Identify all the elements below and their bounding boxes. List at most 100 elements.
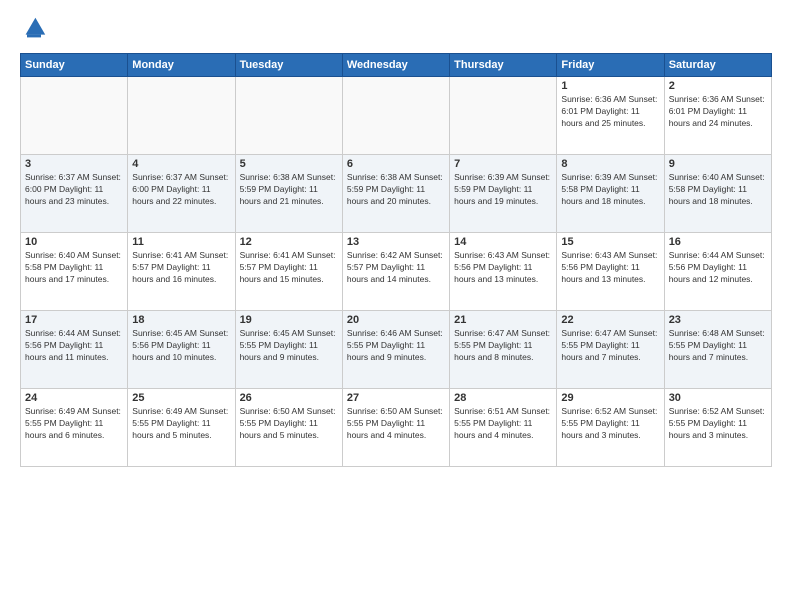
- day-number: 3: [25, 158, 123, 170]
- day-info: Sunrise: 6:37 AM Sunset: 6:00 PM Dayligh…: [132, 172, 230, 208]
- day-number: 10: [25, 236, 123, 248]
- day-number: 28: [454, 392, 552, 404]
- calendar-cell: 8 Sunrise: 6:39 AM Sunset: 5:58 PM Daylig…: [557, 155, 664, 233]
- day-info: Sunrise: 6:37 AM Sunset: 6:00 PM Dayligh…: [25, 172, 123, 208]
- day-number: 17: [25, 314, 123, 326]
- day-info: Sunrise: 6:36 AM Sunset: 6:01 PM Dayligh…: [561, 94, 659, 130]
- col-header-thursday: Thursday: [450, 54, 557, 77]
- calendar-cell: 27 Sunrise: 6:50 AM Sunset: 5:55 PM Dayli…: [342, 389, 449, 467]
- week-row-0: 1 Sunrise: 6:36 AM Sunset: 6:01 PM Daylig…: [21, 77, 772, 155]
- calendar-cell: 16 Sunrise: 6:44 AM Sunset: 5:56 PM Dayli…: [664, 233, 771, 311]
- page: SundayMondayTuesdayWednesdayThursdayFrid…: [0, 0, 792, 612]
- day-number: 18: [132, 314, 230, 326]
- day-info: Sunrise: 6:41 AM Sunset: 5:57 PM Dayligh…: [132, 250, 230, 286]
- day-info: Sunrise: 6:45 AM Sunset: 5:56 PM Dayligh…: [132, 328, 230, 364]
- col-header-friday: Friday: [557, 54, 664, 77]
- calendar-cell: 4Sunrise: 6:37 AM Sunset: 6:00 PM Daylig…: [128, 155, 235, 233]
- calendar-cell: 18 Sunrise: 6:45 AM Sunset: 5:56 PM Dayli…: [128, 311, 235, 389]
- calendar-cell: 30 Sunrise: 6:52 AM Sunset: 5:55 PM Dayli…: [664, 389, 771, 467]
- calendar-cell: 28Sunrise: 6:51 AM Sunset: 5:55 PM Dayli…: [450, 389, 557, 467]
- calendar-cell: 11 Sunrise: 6:41 AM Sunset: 5:57 PM Dayli…: [128, 233, 235, 311]
- day-info: Sunrise: 6:52 AM Sunset: 5:55 PM Dayligh…: [669, 406, 767, 442]
- calendar-cell: 26Sunrise: 6:50 AM Sunset: 5:55 PM Dayli…: [235, 389, 342, 467]
- calendar-cell: 12Sunrise: 6:41 AM Sunset: 5:57 PM Dayli…: [235, 233, 342, 311]
- day-number: 24: [25, 392, 123, 404]
- col-header-wednesday: Wednesday: [342, 54, 449, 77]
- day-info: Sunrise: 6:50 AM Sunset: 5:55 PM Dayligh…: [240, 406, 338, 442]
- calendar-cell: 5 Sunrise: 6:38 AM Sunset: 5:59 PM Daylig…: [235, 155, 342, 233]
- col-header-monday: Monday: [128, 54, 235, 77]
- day-info: Sunrise: 6:45 AM Sunset: 5:55 PM Dayligh…: [240, 328, 338, 364]
- day-info: Sunrise: 6:50 AM Sunset: 5:55 PM Dayligh…: [347, 406, 445, 442]
- week-row-3: 17 Sunrise: 6:44 AM Sunset: 5:56 PM Dayli…: [21, 311, 772, 389]
- day-number: 14: [454, 236, 552, 248]
- week-row-2: 10 Sunrise: 6:40 AM Sunset: 5:58 PM Dayli…: [21, 233, 772, 311]
- day-number: 1: [561, 80, 659, 92]
- day-number: 21: [454, 314, 552, 326]
- day-number: 22: [561, 314, 659, 326]
- day-info: Sunrise: 6:48 AM Sunset: 5:55 PM Dayligh…: [669, 328, 767, 364]
- day-number: 9: [669, 158, 767, 170]
- col-header-saturday: Saturday: [664, 54, 771, 77]
- day-info: Sunrise: 6:36 AM Sunset: 6:01 PM Dayligh…: [669, 94, 767, 130]
- day-number: 23: [669, 314, 767, 326]
- calendar-cell: 29 Sunrise: 6:52 AM Sunset: 5:55 PM Dayli…: [557, 389, 664, 467]
- day-number: 2: [669, 80, 767, 92]
- col-header-sunday: Sunday: [21, 54, 128, 77]
- calendar-cell: [21, 77, 128, 155]
- day-info: Sunrise: 6:40 AM Sunset: 5:58 PM Dayligh…: [25, 250, 123, 286]
- calendar-cell: 10 Sunrise: 6:40 AM Sunset: 5:58 PM Dayli…: [21, 233, 128, 311]
- day-number: 7: [454, 158, 552, 170]
- calendar-cell: 17 Sunrise: 6:44 AM Sunset: 5:56 PM Dayli…: [21, 311, 128, 389]
- day-info: Sunrise: 6:38 AM Sunset: 5:59 PM Dayligh…: [240, 172, 338, 208]
- calendar-cell: 15Sunrise: 6:43 AM Sunset: 5:56 PM Dayli…: [557, 233, 664, 311]
- day-number: 11: [132, 236, 230, 248]
- day-info: Sunrise: 6:44 AM Sunset: 5:56 PM Dayligh…: [669, 250, 767, 286]
- calendar-cell: 19 Sunrise: 6:45 AM Sunset: 5:55 PM Dayli…: [235, 311, 342, 389]
- calendar-cell: 9 Sunrise: 6:40 AM Sunset: 5:58 PM Daylig…: [664, 155, 771, 233]
- day-info: Sunrise: 6:43 AM Sunset: 5:56 PM Dayligh…: [454, 250, 552, 286]
- day-info: Sunrise: 6:38 AM Sunset: 5:59 PM Dayligh…: [347, 172, 445, 208]
- calendar-table: SundayMondayTuesdayWednesdayThursdayFrid…: [20, 53, 772, 467]
- calendar-cell: 22 Sunrise: 6:47 AM Sunset: 5:55 PM Dayli…: [557, 311, 664, 389]
- calendar-cell: 1 Sunrise: 6:36 AM Sunset: 6:01 PM Daylig…: [557, 77, 664, 155]
- calendar-cell: [235, 77, 342, 155]
- day-info: Sunrise: 6:46 AM Sunset: 5:55 PM Dayligh…: [347, 328, 445, 364]
- calendar-cell: [450, 77, 557, 155]
- day-info: Sunrise: 6:52 AM Sunset: 5:55 PM Dayligh…: [561, 406, 659, 442]
- calendar-cell: 23 Sunrise: 6:48 AM Sunset: 5:55 PM Dayli…: [664, 311, 771, 389]
- day-number: 29: [561, 392, 659, 404]
- calendar-cell: 21 Sunrise: 6:47 AM Sunset: 5:55 PM Dayli…: [450, 311, 557, 389]
- calendar-cell: 20Sunrise: 6:46 AM Sunset: 5:55 PM Dayli…: [342, 311, 449, 389]
- day-info: Sunrise: 6:43 AM Sunset: 5:56 PM Dayligh…: [561, 250, 659, 286]
- calendar-cell: 25 Sunrise: 6:49 AM Sunset: 5:55 PM Dayli…: [128, 389, 235, 467]
- day-info: Sunrise: 6:47 AM Sunset: 5:55 PM Dayligh…: [561, 328, 659, 364]
- day-info: Sunrise: 6:41 AM Sunset: 5:57 PM Dayligh…: [240, 250, 338, 286]
- calendar-cell: 3 Sunrise: 6:37 AM Sunset: 6:00 PM Daylig…: [21, 155, 128, 233]
- day-info: Sunrise: 6:47 AM Sunset: 5:55 PM Dayligh…: [454, 328, 552, 364]
- day-number: 5: [240, 158, 338, 170]
- calendar-cell: [342, 77, 449, 155]
- calendar-cell: 6Sunrise: 6:38 AM Sunset: 5:59 PM Daylig…: [342, 155, 449, 233]
- logo-icon: [20, 15, 48, 43]
- day-number: 25: [132, 392, 230, 404]
- week-row-1: 3 Sunrise: 6:37 AM Sunset: 6:00 PM Daylig…: [21, 155, 772, 233]
- day-info: Sunrise: 6:40 AM Sunset: 5:58 PM Dayligh…: [669, 172, 767, 208]
- day-info: Sunrise: 6:39 AM Sunset: 5:59 PM Dayligh…: [454, 172, 552, 208]
- calendar-cell: 13Sunrise: 6:42 AM Sunset: 5:57 PM Dayli…: [342, 233, 449, 311]
- logo: [20, 15, 52, 43]
- day-info: Sunrise: 6:42 AM Sunset: 5:57 PM Dayligh…: [347, 250, 445, 286]
- week-row-4: 24 Sunrise: 6:49 AM Sunset: 5:55 PM Dayli…: [21, 389, 772, 467]
- day-info: Sunrise: 6:39 AM Sunset: 5:58 PM Dayligh…: [561, 172, 659, 208]
- day-number: 30: [669, 392, 767, 404]
- calendar-cell: 7 Sunrise: 6:39 AM Sunset: 5:59 PM Daylig…: [450, 155, 557, 233]
- day-number: 27: [347, 392, 445, 404]
- day-number: 8: [561, 158, 659, 170]
- calendar-cell: [128, 77, 235, 155]
- day-info: Sunrise: 6:49 AM Sunset: 5:55 PM Dayligh…: [25, 406, 123, 442]
- day-number: 19: [240, 314, 338, 326]
- day-number: 16: [669, 236, 767, 248]
- day-info: Sunrise: 6:49 AM Sunset: 5:55 PM Dayligh…: [132, 406, 230, 442]
- day-info: Sunrise: 6:44 AM Sunset: 5:56 PM Dayligh…: [25, 328, 123, 364]
- header: [20, 15, 772, 43]
